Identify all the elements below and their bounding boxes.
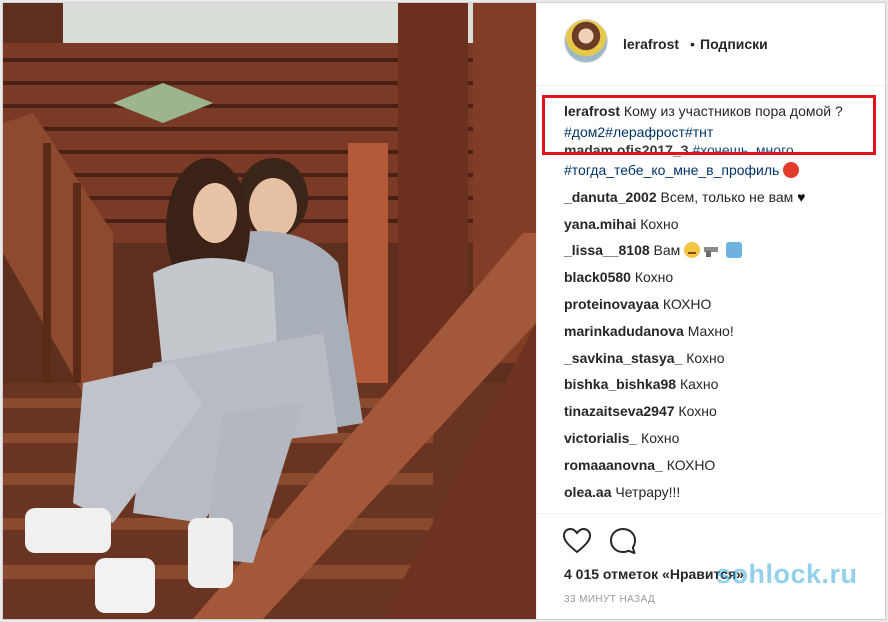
list-item: bishka_bishka98 Кахно (564, 371, 869, 398)
comment-text: Кохно (634, 269, 674, 286)
list-item: _danuta_2002 Всем, только не вам ♥ (564, 184, 869, 211)
clipped-comment: madam.ofis2017_3 #хочешь_много (564, 145, 869, 157)
list-item: marinkadudanova Махно! (564, 318, 869, 345)
caption-text: Кому из участников пора домой ? (623, 103, 843, 119)
list-item: olea.aa Четрару!!! (564, 479, 869, 506)
list-item: tinazaitseva2947 Кохно (564, 398, 869, 425)
list-item: _lissa__8108 Вам (564, 237, 869, 264)
comment-hashtag[interactable]: #тогда_тебе_ко_мне_в_профиль (564, 162, 779, 178)
black-heart-icon: ♥ (797, 188, 806, 205)
comment-username[interactable]: yana.mihai (564, 216, 636, 232)
comment-username[interactable]: victorialis_ (564, 430, 637, 446)
comment-hashtag[interactable]: #хочешь_много (692, 145, 793, 157)
comment-username[interactable]: tinazaitseva2947 (564, 403, 675, 419)
watermark: sohlock.ru (716, 559, 858, 589)
comment-username[interactable]: black0580 (564, 269, 631, 285)
list-item: _savkina_stasya_ Кохно (564, 345, 869, 372)
comment-text: Четрару!!! (615, 483, 681, 500)
post-header: lerafrost • Подписки (537, 3, 885, 86)
comment-text: Кохно (641, 429, 680, 446)
raised-hands-icon (725, 242, 742, 259)
list-item: victorialis_ Кохно (564, 425, 869, 452)
red-circle-icon (783, 162, 800, 178)
header-separator: • (690, 36, 695, 52)
post-timestamp: 33 минут назад (564, 594, 656, 605)
comment-text: Вам (653, 242, 681, 259)
comments-list: lerafrost Кому из участников пора домой … (564, 99, 869, 505)
comment-text: Всем, только не вам (660, 188, 794, 205)
list-item: proteinovayaa КОХНО (564, 291, 869, 318)
header-username[interactable]: lerafrost (623, 36, 679, 52)
comment-text: Кахно (679, 376, 719, 393)
comment-username[interactable]: romaaanovna_ (564, 457, 663, 473)
post-side-panel: lerafrost • Подписки lerafrost Кому из у… (536, 3, 885, 619)
instagram-post-window: lerafrost • Подписки lerafrost Кому из у… (2, 2, 886, 620)
post-photo[interactable] (3, 3, 536, 619)
comment-text: Кохно (678, 403, 717, 420)
comment-username[interactable]: olea.aa (564, 484, 611, 500)
list-item: romaaanovna_ КОХНО (564, 452, 869, 479)
follow-status-button[interactable]: Подписки (700, 36, 768, 52)
gun-icon (704, 242, 722, 258)
comment-username[interactable]: marinkadudanova (564, 323, 684, 339)
photo-illustration (3, 3, 536, 619)
comment-username[interactable]: _danuta_2002 (564, 189, 657, 205)
comment-username[interactable]: madam.ofis2017_3 (564, 145, 689, 157)
list-item: yana.mihai Кохно (564, 211, 869, 238)
sad-face-icon (684, 242, 701, 259)
comment-username[interactable]: proteinovayaa (564, 296, 659, 312)
comment-text: КОХНО (666, 456, 716, 473)
comment-username[interactable]: bishka_bishka98 (564, 376, 676, 392)
post-caption: lerafrost Кому из участников пора домой … (564, 99, 869, 147)
comment-username[interactable]: _savkina_stasya_ (564, 350, 682, 366)
comment-text: Кохно (640, 215, 679, 232)
caption-hashtags[interactable]: #дом2#лерафрост#тнт (564, 124, 713, 140)
heart-icon[interactable] (563, 528, 591, 554)
caption-username[interactable]: lerafrost (564, 103, 620, 119)
comment-text: Махно! (687, 322, 734, 339)
comment-text: КОХНО (662, 295, 712, 312)
comment-icon[interactable] (609, 527, 637, 555)
comment-text: Кохно (686, 349, 725, 366)
list-item: #тогда_тебе_ко_мне_в_профиль (564, 157, 869, 184)
comment-username[interactable]: _lissa__8108 (564, 242, 650, 258)
list-item: black0580 Кохно (564, 264, 869, 291)
avatar[interactable] (564, 19, 608, 63)
